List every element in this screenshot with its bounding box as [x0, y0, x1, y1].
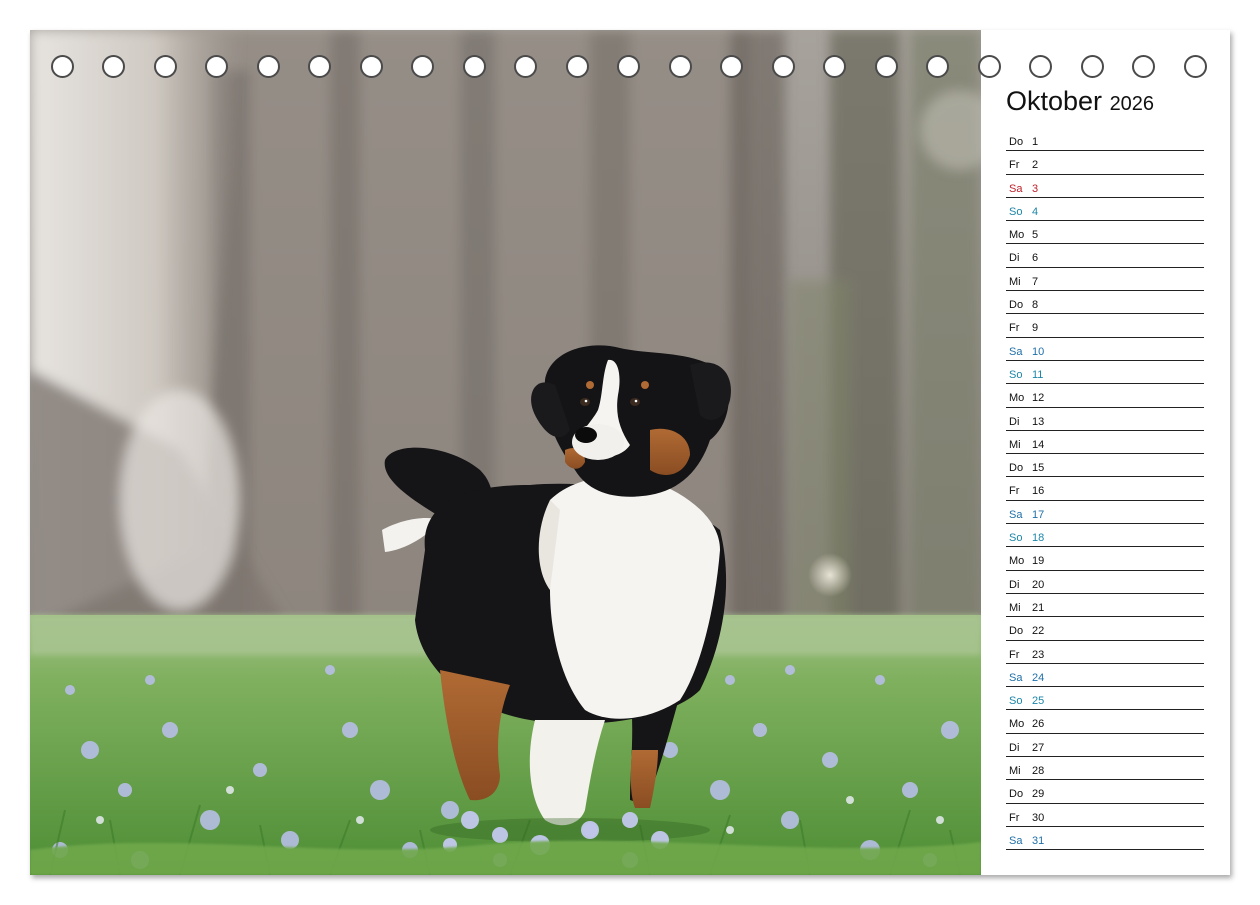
- day-row: Fr 16: [1006, 477, 1204, 501]
- day-row: Mo 19: [1006, 547, 1204, 571]
- day-row: Sa 17: [1006, 501, 1204, 525]
- day-row: Do 22: [1006, 617, 1204, 641]
- dog-photo: [30, 30, 981, 875]
- month-name: Oktober: [1006, 86, 1103, 116]
- day-row: Fr 9: [1006, 314, 1204, 338]
- calendar-page: Oktober 2026 Do 1 Fr 2 Sa 3 So 4 Mo 5 Di 6 Mi 7 Do 8 Fr 9…: [30, 30, 1230, 875]
- day-row: Sa 24: [1006, 664, 1204, 688]
- day-row: Di 6: [1006, 244, 1204, 268]
- dog-photo-illustration: [30, 30, 981, 875]
- day-row: Di 27: [1006, 734, 1204, 758]
- binding-ring: [1183, 55, 1207, 78]
- day-list: Do 1 Fr 2 Sa 3 So 4 Mo 5 Di 6 Mi 7 Do 8 Fr 9 Sa 10 So 11 Mo 12 D…: [1006, 128, 1204, 851]
- month-title: Oktober 2026: [1006, 86, 1206, 120]
- day-row: So 11: [1006, 361, 1204, 385]
- day-row: Mo 26: [1006, 710, 1204, 734]
- day-row: Do 1: [1006, 128, 1204, 152]
- day-row: Sa 31: [1006, 827, 1204, 851]
- day-row: Di 13: [1006, 408, 1204, 431]
- binding-ring: [1080, 55, 1104, 78]
- day-row: Mi 21: [1006, 594, 1204, 618]
- day-row: Mi 28: [1006, 757, 1204, 781]
- day-row: Do 29: [1006, 780, 1204, 804]
- day-row: Mi 14: [1006, 431, 1204, 455]
- day-row: Do 8: [1006, 291, 1204, 315]
- year-label: 2026: [1109, 93, 1155, 115]
- binding-ring: [1132, 55, 1155, 78]
- day-row: Fr 2: [1006, 151, 1204, 175]
- day-number: 31: [1032, 834, 1045, 847]
- day-row: Do 15: [1006, 454, 1204, 478]
- day-row: Fr 23: [1006, 641, 1204, 664]
- day-row: Sa 3: [1006, 175, 1204, 198]
- weekday-label: Sa: [1009, 834, 1023, 847]
- day-row: So 4: [1006, 198, 1204, 222]
- day-row: Mi 7: [1006, 268, 1204, 292]
- binding-ring: [1029, 55, 1052, 78]
- day-row: Di 20: [1006, 571, 1204, 594]
- day-row: So 18: [1006, 524, 1204, 548]
- calendar-panel: Oktober 2026 Do 1 Fr 2 Sa 3 So 4 Mo 5 Di 6 Mi 7 Do 8 Fr 9…: [1006, 86, 1206, 851]
- day-row: So 25: [1006, 687, 1204, 711]
- day-row: Fr 30: [1006, 804, 1204, 827]
- day-row: Sa 10: [1006, 338, 1204, 361]
- day-row: Mo 12: [1006, 384, 1204, 408]
- day-row: Mo 5: [1006, 221, 1204, 245]
